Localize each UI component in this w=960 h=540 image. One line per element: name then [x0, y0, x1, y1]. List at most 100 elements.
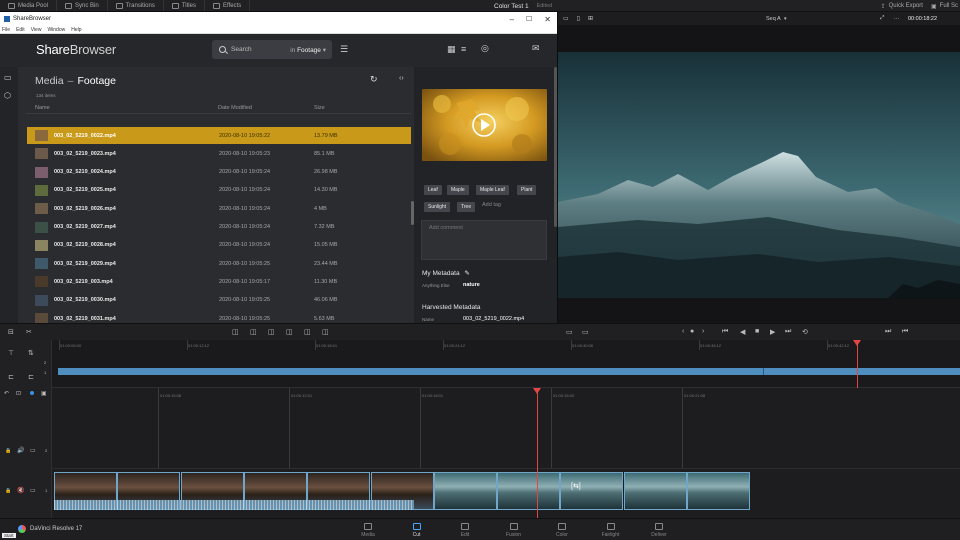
track-1-monitor-icon[interactable]: ▭	[30, 487, 36, 494]
film-icon[interactable]: ▣	[41, 390, 47, 397]
maximize-icon[interactable]: ☐	[526, 15, 532, 23]
play-icon[interactable]: ▶	[770, 328, 775, 336]
out-point-icon[interactable]: ⏮	[902, 328, 908, 336]
viewer-layout-icon[interactable]: ▯	[577, 15, 580, 22]
place-on-top-icon[interactable]: ◫	[304, 328, 311, 336]
close-up-icon[interactable]: ◫	[286, 328, 293, 336]
search-input[interactable]: Search	[231, 46, 252, 53]
file-row[interactable]: 003_02_5219_003.mp4 2020-08-10 19:05:17 11…	[27, 273, 411, 290]
quick-export-button[interactable]: ⇪ Quick Export	[881, 3, 923, 10]
track-tools-icon[interactable]: ⊤	[8, 349, 14, 357]
tab-effects[interactable]: Effects	[205, 0, 251, 11]
speaker-icon[interactable]: 🔊	[17, 447, 24, 454]
tag-chip[interactable]: Leaf	[424, 185, 442, 195]
file-row[interactable]: 003_02_5219_0024.mp4 2020-08-10 19:05:24 2…	[27, 164, 411, 181]
page-tab-fairlight[interactable]: Fairlight	[591, 523, 631, 538]
file-row[interactable]: 003_02_5219_0029.mp4 2020-08-10 19:05:25 2…	[27, 255, 411, 272]
close-icon[interactable]: ✕	[544, 15, 551, 24]
tag-chip[interactable]: Sunlight	[424, 202, 451, 212]
menu-help[interactable]: Help	[71, 27, 81, 33]
zoom-icon[interactable]: ⊏	[8, 373, 14, 381]
upper-playhead-handle[interactable]	[853, 340, 861, 346]
append-icon[interactable]: ◫	[250, 328, 257, 336]
column-size[interactable]: Size	[314, 105, 325, 111]
bypass-icon[interactable]: ⤢	[880, 15, 884, 22]
video-clip-mountain[interactable]	[560, 472, 624, 510]
safe-area-icon[interactable]: ▭	[566, 328, 573, 336]
preview-thumbnail[interactable]	[422, 89, 547, 161]
loop-icon[interactable]: ⟲	[802, 328, 808, 336]
auto-track-icon[interactable]: ⊡	[16, 390, 21, 397]
file-row[interactable]: 003_02_5219_0026.mp4 2020-08-10 19:05:24 4…	[27, 200, 411, 217]
playhead[interactable]	[537, 388, 538, 518]
tab-transitions[interactable]: Transitions	[108, 0, 164, 11]
filter-icon[interactable]: ☰	[340, 44, 348, 55]
tab-titles[interactable]: Titles	[164, 0, 205, 11]
stop-icon[interactable]: ■	[755, 328, 759, 335]
page-tab-cut[interactable]: Cut	[397, 523, 437, 538]
smart-insert-icon[interactable]: ◫	[232, 328, 239, 336]
tag-chip[interactable]: Maple Leaf	[476, 185, 509, 195]
upper-playhead[interactable]	[857, 340, 858, 388]
tab-sync-bin[interactable]: Sync Bin	[57, 0, 108, 11]
page-tab-deliver[interactable]: Deliver	[639, 523, 679, 538]
blue-dot-icon[interactable]	[30, 391, 34, 395]
menu-view[interactable]: View	[31, 27, 42, 33]
playhead-handle[interactable]	[533, 388, 541, 394]
snap-icon[interactable]: ⊟	[8, 328, 14, 336]
page-tab-media[interactable]: Media	[348, 523, 388, 538]
mail-icon[interactable]: ✉	[532, 43, 540, 54]
breadcrumb-media[interactable]: Media	[35, 75, 64, 87]
upper-clip-bar[interactable]	[58, 368, 960, 375]
file-row[interactable]: 003_02_5219_0030.mp4 2020-08-10 19:05:25 4…	[27, 292, 411, 309]
list-view-icon[interactable]: ≡	[461, 44, 466, 54]
tag-chip[interactable]: Maple	[447, 185, 469, 195]
page-tab-fusion[interactable]: Fusion	[494, 523, 534, 538]
lock-icon[interactable]: ↶	[4, 390, 9, 397]
go-to-start-icon[interactable]: ⏮	[722, 328, 728, 336]
viewer-safe-icon[interactable]: ⊞	[588, 15, 593, 22]
lock-track-icon[interactable]: 🔒	[5, 448, 11, 454]
dual-viewer-icon[interactable]: ▭	[582, 328, 589, 336]
link-icon[interactable]: ⇅	[28, 349, 34, 357]
play-reverse-icon[interactable]: ◀	[740, 328, 745, 336]
menu-file[interactable]: File	[2, 27, 10, 33]
file-row[interactable]: 003_02_5219_0027.mp4 2020-08-10 19:05:24 7…	[27, 219, 411, 236]
file-row[interactable]: 003_02_5219_0025.mp4 2020-08-10 19:05:24 1…	[27, 182, 411, 199]
source-overwrite-icon[interactable]: ◫	[322, 328, 329, 336]
video-clip-mountain[interactable]	[497, 472, 561, 510]
search-box[interactable]: Search in Footage ▾	[212, 40, 332, 59]
search-scope[interactable]: in Footage ▾	[290, 46, 326, 54]
video-clip-mountain[interactable]	[433, 472, 497, 510]
column-name[interactable]: Name	[35, 105, 50, 111]
go-to-end-icon[interactable]: ⏭	[785, 328, 791, 336]
account-icon[interactable]: ◎	[481, 43, 489, 54]
tab-media-pool[interactable]: Media Pool	[0, 0, 58, 11]
add-tag-input[interactable]: Add tag	[482, 202, 501, 208]
detail-scrollbar[interactable]	[554, 67, 557, 227]
file-row[interactable]: 003_02_5219_0028.mp4 2020-08-10 19:05:24 1…	[27, 237, 411, 254]
file-row[interactable]: 003_02_5219_0023.mp4 2020-08-10 19:05:23 8…	[27, 145, 411, 162]
tag-chip[interactable]: Plant	[517, 185, 537, 195]
track-monitor-icon[interactable]: ▭	[30, 447, 36, 454]
comment-field[interactable]: Add comment	[421, 220, 547, 260]
ripple-overwrite-icon[interactable]: ◫	[268, 328, 275, 336]
viewer-options-icon[interactable]: ⋯	[894, 16, 900, 22]
jog-dot-icon[interactable]: ●	[690, 328, 694, 335]
jog-right-icon[interactable]: ›	[702, 328, 704, 335]
collapse-panel-icon[interactable]: ‹›	[399, 75, 404, 82]
menu-window[interactable]: Window	[47, 27, 65, 33]
pencil-icon[interactable]: ✎	[464, 270, 469, 277]
transition-icon[interactable]: [⇆]	[571, 482, 581, 490]
lock-track-1-icon[interactable]: 🔒	[5, 488, 11, 494]
video-clip-mountain[interactable]	[623, 472, 687, 510]
full-screen-button[interactable]: ▣ Full Sc	[931, 3, 958, 10]
audio-tools-icon[interactable]: ⊏	[28, 373, 34, 381]
jog-left-icon[interactable]: ‹	[682, 328, 684, 335]
page-tab-edit[interactable]: Edit	[445, 523, 485, 538]
minimize-icon[interactable]: –	[510, 15, 514, 24]
viewer-mode-icon[interactable]: ▭	[563, 15, 569, 22]
storage-icon[interactable]: ▭	[4, 73, 12, 82]
grid-view-icon[interactable]: ▦	[447, 44, 456, 55]
speaker-mute-icon[interactable]: 🔇	[17, 487, 24, 494]
